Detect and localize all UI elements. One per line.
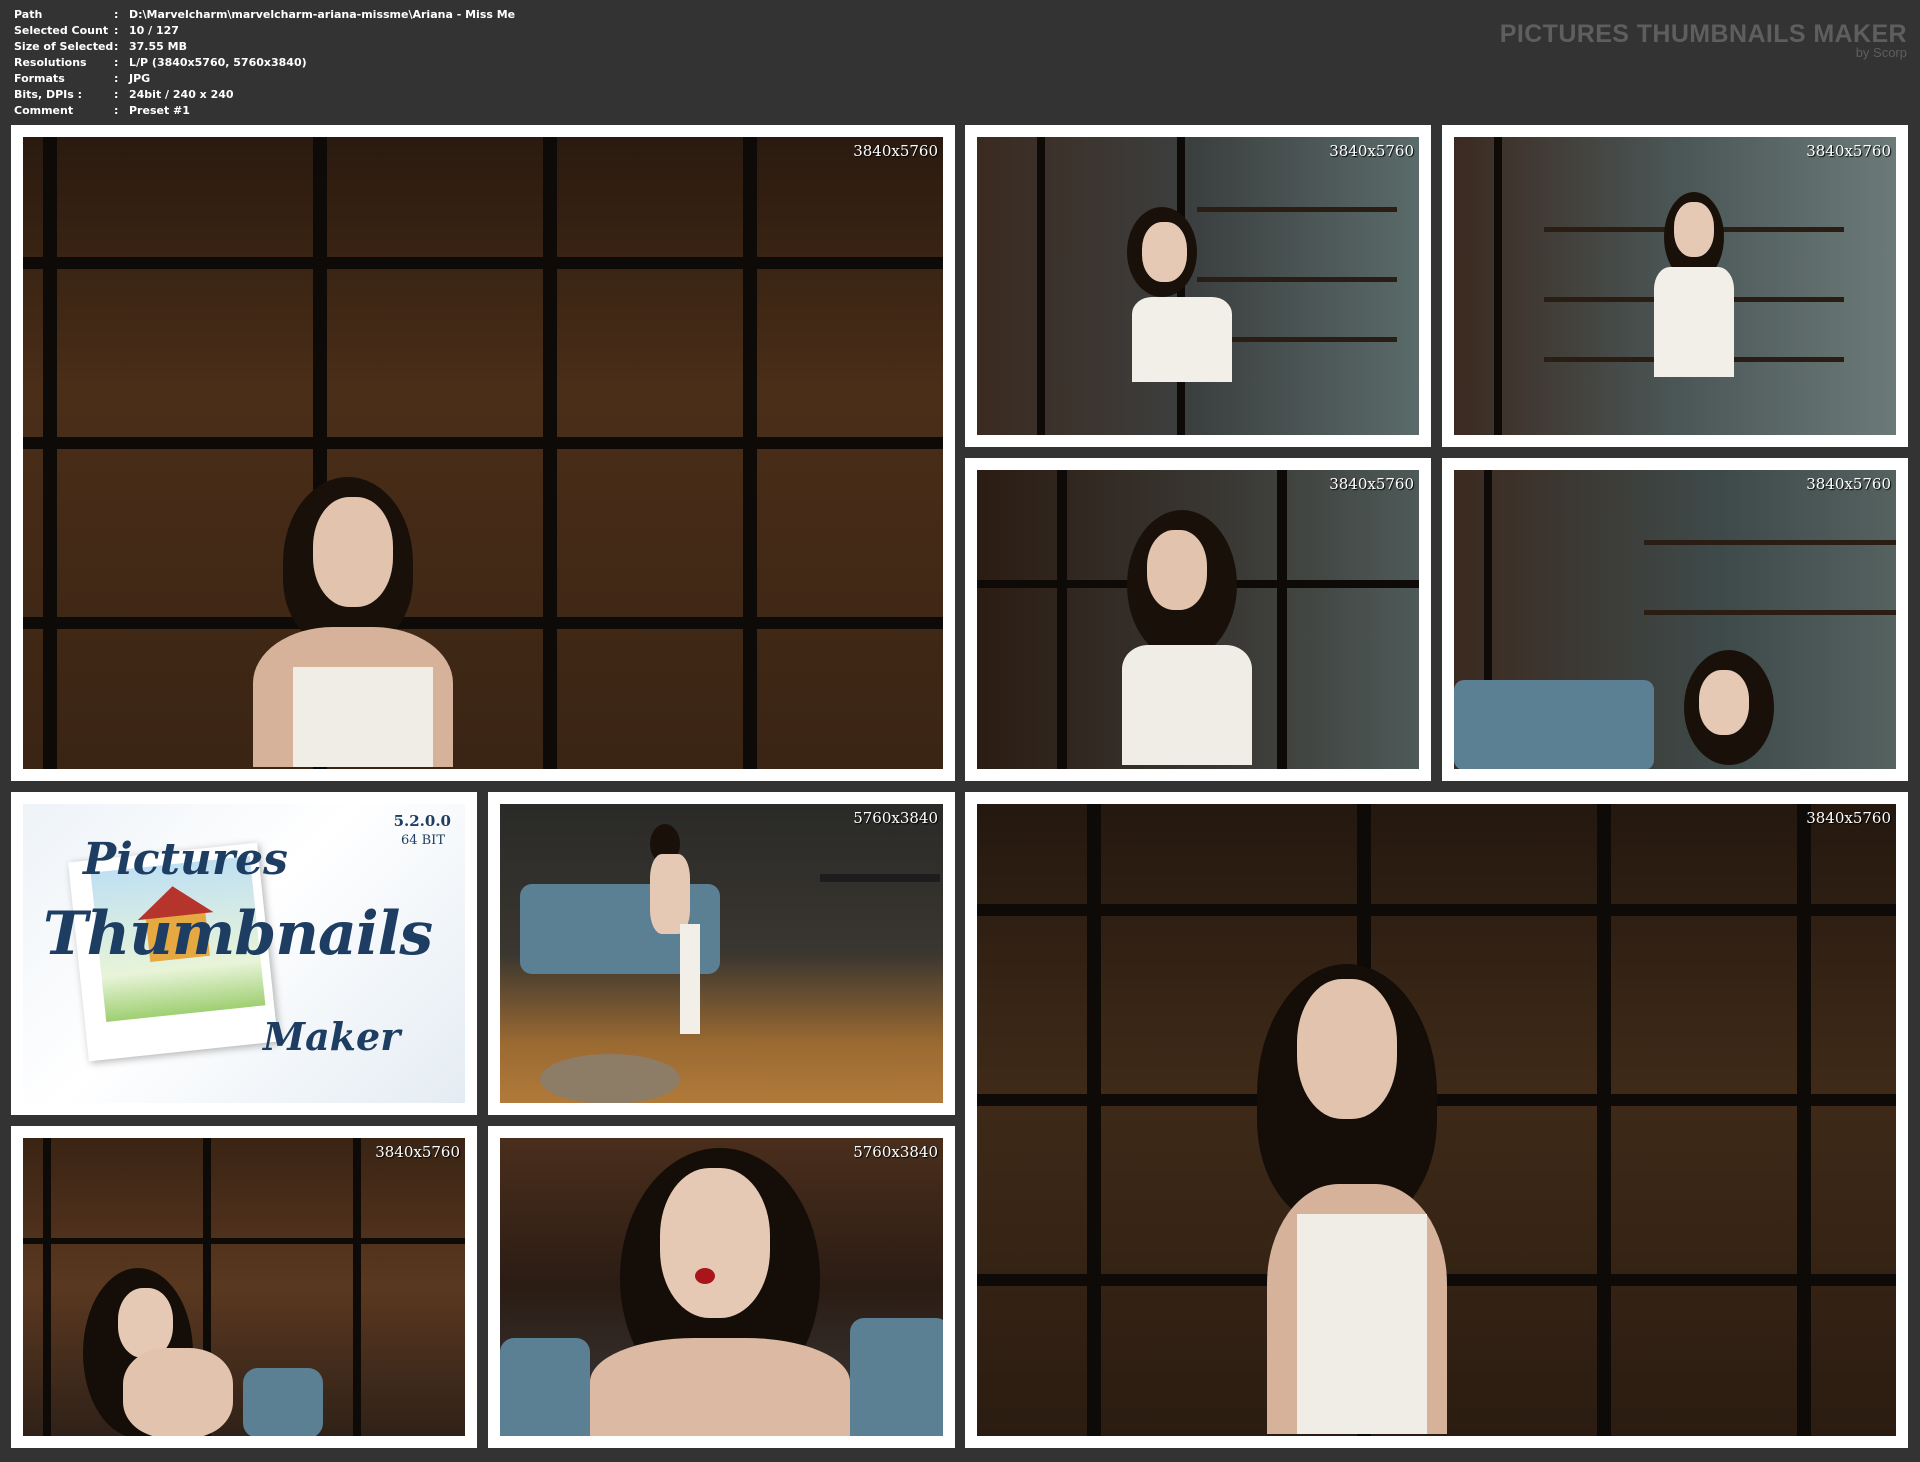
logo-tile: Pictures Thumbnails Maker 5.2.0.0 64 BIT <box>11 792 477 1115</box>
thumbnail-image: 3840x5760 <box>1454 137 1896 435</box>
thumbnail-8[interactable]: 3840x5760 <box>11 1126 477 1448</box>
info-label: Selected Count <box>14 24 109 37</box>
info-label: Formats <box>14 72 65 85</box>
thumbnail-3[interactable]: 3840x5760 <box>1442 125 1908 447</box>
thumbnail-image: 5760x3840 <box>500 804 943 1103</box>
logo-bits: 64 BIT <box>400 833 445 848</box>
thumbnail-1[interactable]: 3840x5760 <box>11 125 955 781</box>
thumbnail-6[interactable]: 5760x3840 <box>488 792 955 1115</box>
resolution-label: 3840x5760 <box>1806 142 1891 160</box>
info-row-count: Selected Count:10 / 127 <box>14 23 515 39</box>
info-separator: : <box>114 24 119 37</box>
thumbnail-image: 3840x5760 <box>977 137 1419 435</box>
info-label: Path <box>14 8 43 21</box>
resolution-label: 3840x5760 <box>1329 142 1414 160</box>
info-separator: : <box>114 88 119 101</box>
thumbnail-image: 5760x3840 <box>500 1138 943 1436</box>
thumbnail-image: 3840x5760 <box>1454 470 1896 769</box>
file-info-panel: Path: D:\Marvelcharm\marvelcharm-ariana-m… <box>14 7 515 119</box>
thumbnail-image: 3840x5760 <box>977 470 1419 769</box>
info-row-formats: Formats: JPG <box>14 71 515 87</box>
info-value: JPG <box>129 72 151 85</box>
logo-word-maker: Maker <box>263 1014 401 1059</box>
resolution-label: 3840x5760 <box>375 1143 460 1161</box>
info-row-comment: Comment: Preset #1 <box>14 103 515 119</box>
resolution-label: 3840x5760 <box>853 142 938 160</box>
thumbnail-7[interactable]: 3840x5760 <box>965 792 1908 1448</box>
info-value: 37.55 MB <box>129 40 187 53</box>
info-row-bits: Bits, DPIs ::24bit / 240 x 240 <box>14 87 515 103</box>
thumbnail-image: 3840x5760 <box>977 804 1896 1436</box>
info-label: Resolutions <box>14 56 87 69</box>
resolution-label: 5760x3840 <box>853 1143 938 1161</box>
resolution-label: 3840x5760 <box>1329 475 1414 493</box>
info-value: L/P (3840x5760, 5760x3840) <box>129 56 307 69</box>
info-separator: : <box>114 104 119 117</box>
info-row-path: Path: D:\Marvelcharm\marvelcharm-ariana-m… <box>14 7 515 23</box>
resolution-label: 3840x5760 <box>1806 475 1891 493</box>
info-separator: : <box>114 72 119 85</box>
resolution-label: 5760x3840 <box>853 809 938 827</box>
info-row-resolutions: Resolutions: L/P (3840x5760, 5760x3840) <box>14 55 515 71</box>
info-label: Bits, DPIs : <box>14 88 83 101</box>
app-logo: Pictures Thumbnails Maker 5.2.0.0 64 BIT <box>23 804 465 1103</box>
info-label: Size of Selected <box>14 40 114 53</box>
thumbnail-image: 3840x5760 <box>23 137 943 769</box>
thumbnail-5[interactable]: 3840x5760 <box>1442 458 1908 781</box>
info-row-size: Size of Selected:37.55 MB <box>14 39 515 55</box>
thumbnail-2[interactable]: 3840x5760 <box>965 125 1431 447</box>
info-label: Comment <box>14 104 74 117</box>
logo-word-pictures: Pictures <box>83 834 288 885</box>
info-value: 10 / 127 <box>129 24 179 37</box>
brand-title: PICTURES THUMBNAILS MAKER <box>1499 20 1907 48</box>
brand-subtitle: by Scorp <box>1855 45 1907 60</box>
logo-version: 5.2.0.0 <box>393 812 451 830</box>
info-separator: : <box>114 40 119 53</box>
thumbnail-4[interactable]: 3840x5760 <box>965 458 1431 781</box>
info-value: Preset #1 <box>129 104 190 117</box>
thumbnail-image: 3840x5760 <box>23 1138 465 1436</box>
info-separator: : <box>114 56 119 69</box>
thumbnail-9[interactable]: 5760x3840 <box>488 1126 955 1448</box>
info-value: D:\Marvelcharm\marvelcharm-ariana-missme… <box>129 8 516 21</box>
resolution-label: 3840x5760 <box>1806 809 1891 827</box>
info-value: 24bit / 240 x 240 <box>129 88 234 101</box>
info-separator: : <box>114 8 119 21</box>
logo-word-thumbnails: Thumbnails <box>43 899 433 969</box>
brand-watermark: PICTURES THUMBNAILS MAKER by Scorp <box>1500 20 1907 60</box>
